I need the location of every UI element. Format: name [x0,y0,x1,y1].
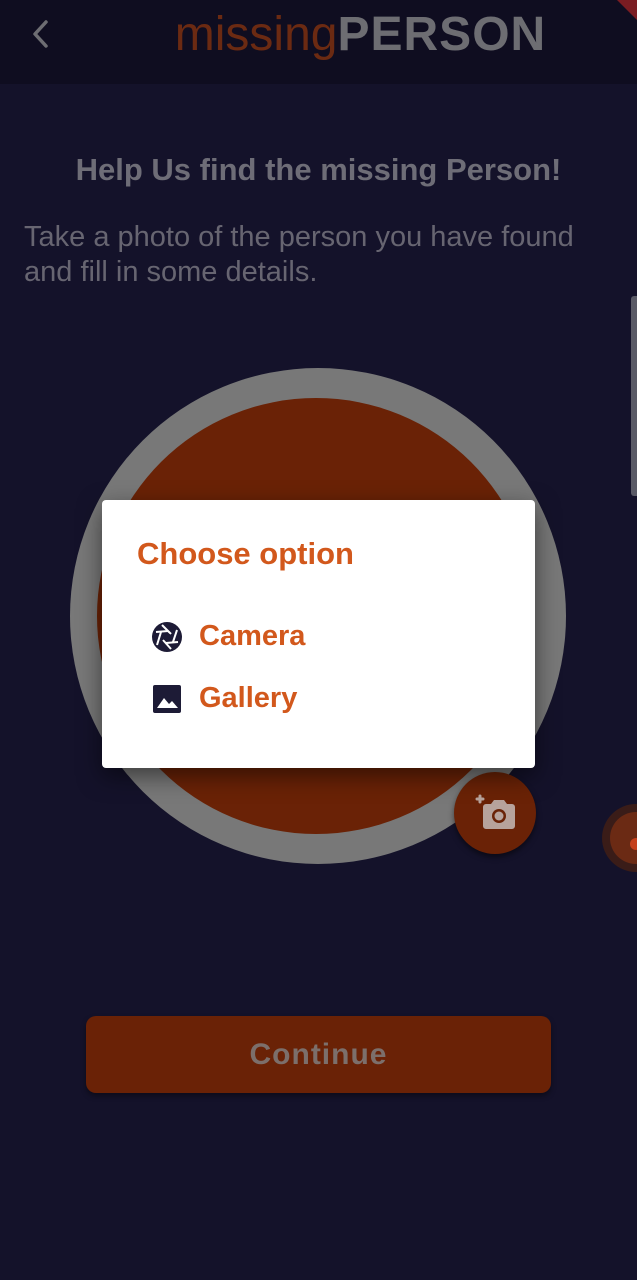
corner-mark [617,0,637,20]
option-gallery-label: Gallery [199,682,298,714]
add-photo-button[interactable] [454,772,536,854]
camera-shutter-icon [152,622,182,652]
option-camera[interactable]: Camera [148,613,508,661]
app-bar: missingPERSON [0,0,637,84]
app-title-person: PERSON [337,8,547,61]
record-dot-icon [630,838,637,850]
app-title-missing: missing [174,8,338,61]
screen: missingPERSON Help Us find the missing P… [0,0,637,1280]
option-camera-label: Camera [199,620,306,652]
image-icon [153,685,181,713]
floating-bubble-inner [610,812,637,864]
add-a-photo-icon [475,794,515,829]
option-gallery[interactable]: Gallery [148,675,508,723]
continue-button[interactable]: Continue [86,1016,551,1093]
scrollbar-thumb[interactable] [631,296,637,496]
dialog-title: Choose option [137,536,354,571]
app-title: missingPERSON [0,6,637,64]
floating-bubble[interactable] [602,804,637,872]
page-description: Take a photo of the person you have foun… [24,221,574,288]
page-heading: Help Us find the missing Person! [75,152,562,187]
choose-option-dialog: Choose option Camera Gallery [102,500,535,768]
